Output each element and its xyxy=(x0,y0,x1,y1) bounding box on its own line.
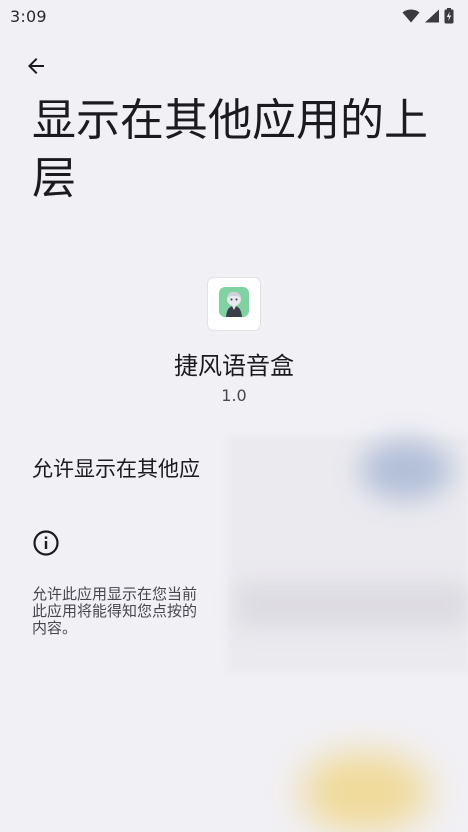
cell-signal-icon xyxy=(424,9,440,23)
battery-charging-icon xyxy=(444,8,454,24)
info-icon xyxy=(32,529,60,557)
wifi-icon xyxy=(402,9,420,23)
back-button[interactable] xyxy=(18,50,54,86)
app-avatar-icon xyxy=(219,287,249,321)
app-version: 1.0 xyxy=(221,386,247,405)
blurred-text-shape xyxy=(236,582,468,628)
status-time: 3:09 xyxy=(10,6,47,26)
app-name: 捷风语音盒 xyxy=(174,352,294,380)
status-bar: 3:09 xyxy=(0,0,468,32)
status-icons xyxy=(402,8,454,24)
permission-label: 允许显示在其他应 xyxy=(32,457,200,481)
blurred-bottom-shape xyxy=(300,752,430,832)
page-title: 显示在其他应用的上层 xyxy=(32,95,428,204)
blurred-switch-shape xyxy=(360,440,452,500)
arrow-left-icon xyxy=(24,54,48,82)
app-icon xyxy=(208,278,260,330)
